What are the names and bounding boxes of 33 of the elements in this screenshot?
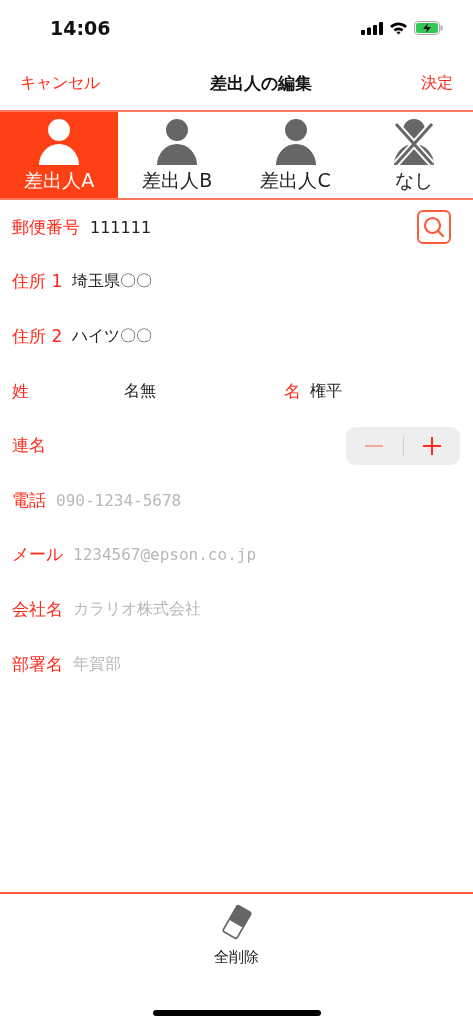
field-label: 連名 [12, 434, 46, 458]
wifi-icon [389, 21, 408, 35]
input-field[interactable]: 埼玉県〇〇 [72, 271, 153, 293]
field-label: 電話 [12, 488, 46, 512]
confirm-button[interactable]: 決定 [421, 72, 453, 94]
field-label: 郵便番号 [12, 215, 80, 239]
minus-icon [365, 444, 384, 447]
field-label: 姓 [12, 379, 30, 403]
person-icon [273, 118, 318, 166]
battery-icon [414, 21, 443, 35]
person-icon [37, 118, 82, 166]
field-label: 名 [284, 379, 302, 403]
signal-icon [361, 21, 383, 35]
cancel-button[interactable]: キャンセル [20, 72, 100, 94]
person-icon [155, 118, 200, 166]
clear-all-button[interactable]: 全削除 [214, 894, 259, 967]
status-time: 14:06 [50, 17, 111, 39]
field-label: 会社名 [12, 597, 63, 621]
search-button[interactable] [417, 210, 451, 245]
field-label: 住所 2 [12, 325, 63, 348]
input-field[interactable]: 111111 [90, 217, 152, 237]
screen-title: 差出人の編集 [209, 71, 312, 95]
search-icon [423, 216, 445, 239]
sender-tab[interactable]: 差出人A [0, 112, 119, 198]
stepper-control[interactable] [346, 426, 460, 465]
input-field[interactable]: 権平 [310, 380, 461, 402]
input-field[interactable]: ハイツ〇〇 [72, 326, 153, 347]
field-label: 住所 1 [12, 270, 63, 294]
field-label: 部署名 [12, 652, 63, 676]
input-field[interactable]: 名無 [124, 380, 284, 402]
crossed-person-icon [391, 118, 436, 166]
field-label: メール [12, 543, 63, 567]
plus-icon [421, 435, 442, 456]
